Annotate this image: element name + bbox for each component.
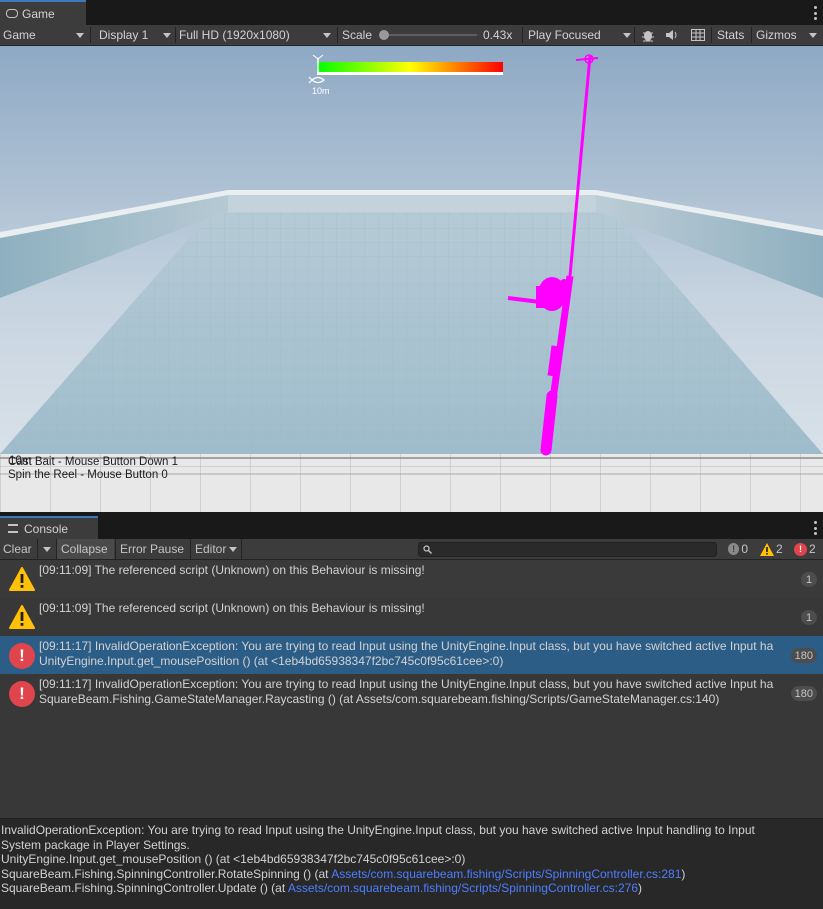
game-view-dropdown-label: Game <box>3 28 36 42</box>
play-mode-dropdown[interactable]: Play Focused <box>524 25 634 45</box>
game-scene <box>0 46 823 512</box>
display-dropdown[interactable]: Display 1 <box>95 25 174 45</box>
scale-value: 0.43x <box>483 28 513 42</box>
speaker-icon[interactable] <box>663 25 681 45</box>
toolbar-divider <box>751 27 752 43</box>
info-icon: ! <box>728 543 740 555</box>
console-tab-label: Console <box>24 521 69 536</box>
chevron-down-icon <box>42 546 51 552</box>
resolution-dropdown-label: Full HD (1920x1080) <box>179 28 290 42</box>
detail-line: SquareBeam.Fishing.SpinningController.Ro… <box>1 867 822 882</box>
console-row-count: 1 <box>801 610 817 625</box>
bug-icon[interactable] <box>638 25 658 45</box>
gizmos-dropdown[interactable] <box>804 25 822 45</box>
console-row-count: 180 <box>790 648 817 663</box>
stack-trace-link[interactable]: Assets/com.squarebeam.fishing/Scripts/Sp… <box>331 867 681 881</box>
detail-text: ) <box>638 881 643 895</box>
game-tab-strip <box>0 0 823 25</box>
chevron-down-icon <box>623 32 631 38</box>
warning-count: 2 <box>776 542 783 556</box>
error-icon: ! <box>9 681 35 707</box>
toolbar-divider <box>711 27 712 43</box>
chevron-down-icon <box>809 32 817 38</box>
editor-dropdown-label: Editor <box>195 542 227 556</box>
console-row-error[interactable]: ! [09:11:17] InvalidOperationException: … <box>0 674 823 712</box>
scale-slider-track[interactable] <box>380 34 477 36</box>
console-icon <box>8 524 18 533</box>
console-row-message: [09:11:09] The referenced script (Unknow… <box>39 601 425 615</box>
game-toolbar: Game Display 1 Full HD (1920x1080) Scale… <box>0 25 823 46</box>
game-tab[interactable]: Game <box>0 0 86 25</box>
console-detail-pane[interactable]: InvalidOperationException: You are tryin… <box>0 818 823 909</box>
error-filter-toggle[interactable]: ! 2 <box>790 539 823 559</box>
play-mode-dropdown-label: Play Focused <box>528 28 601 42</box>
clear-options-dropdown[interactable] <box>37 539 55 559</box>
info-filter-toggle[interactable]: ! 0 <box>724 539 752 559</box>
detail-line: SquareBeam.Fishing.SpinningController.Up… <box>1 881 822 896</box>
clear-button[interactable]: Clear <box>0 539 37 559</box>
console-tab[interactable]: Console <box>0 516 98 539</box>
error-icon: ! <box>9 643 35 669</box>
console-row-message: [09:11:17] InvalidOperationException: Yo… <box>39 677 774 691</box>
chevron-down-icon <box>163 32 171 38</box>
warning-icon <box>9 567 35 591</box>
console-row-stack: SquareBeam.Fishing.GameStateManager.Rayc… <box>39 692 720 706</box>
stack-trace-link[interactable]: Assets/com.squarebeam.fishing/Scripts/Sp… <box>288 881 638 895</box>
stats-button[interactable]: Stats <box>717 25 749 45</box>
warning-icon <box>9 605 35 629</box>
editor-dropdown[interactable]: Editor <box>190 539 242 559</box>
console-more-menu-icon[interactable] <box>814 521 817 535</box>
hint-cast-bait: Cast Bait - Mouse Button Down 1 <box>8 456 179 468</box>
error-icon: ! <box>794 542 807 556</box>
console-row-warning[interactable]: [09:11:09] The referenced script (Unknow… <box>0 560 823 598</box>
console-list-empty-area <box>0 712 823 818</box>
scale-label: Scale <box>342 28 373 42</box>
chevron-down-icon <box>76 32 84 38</box>
grid-icon[interactable] <box>689 25 707 45</box>
console-row-warning[interactable]: [09:11:09] The referenced script (Unknow… <box>0 598 823 636</box>
detail-text: SquareBeam.Fishing.SpinningController.Ro… <box>1 866 332 881</box>
gizmos-button[interactable]: Gizmos <box>756 25 800 45</box>
game-view-dropdown[interactable]: Game <box>0 25 88 45</box>
hint-spin-reel: Spin the Reel - Mouse Button 0 <box>8 469 168 481</box>
game-viewport[interactable]: 10m <box>0 46 823 512</box>
game-tab-label: Game <box>22 6 55 21</box>
detail-line: System package in Player Settings. <box>1 837 190 852</box>
console-row-stack: UnityEngine.Input.get_mousePosition () (… <box>39 654 504 668</box>
toolbar-divider <box>522 27 523 43</box>
warning-icon <box>760 542 774 556</box>
chevron-down-icon <box>323 32 331 38</box>
detail-text: SquareBeam.Fishing.SpinningController.Up… <box>1 881 288 895</box>
gamepad-icon <box>6 9 18 18</box>
console-row-message: [09:11:09] The referenced script (Unknow… <box>39 563 425 577</box>
console-row-count: 180 <box>790 686 817 701</box>
toolbar-divider <box>337 27 338 43</box>
hud-distance-label: 10m <box>312 86 330 96</box>
detail-line: InvalidOperationException: You are tryin… <box>1 823 755 837</box>
console-search-input[interactable] <box>418 542 717 557</box>
power-meter-bar <box>317 62 503 72</box>
chevron-down-icon <box>229 546 238 552</box>
console-row-message: [09:11:17] InvalidOperationException: Yo… <box>39 639 774 653</box>
collapse-toggle[interactable]: Collapse <box>56 539 114 559</box>
display-dropdown-label: Display 1 <box>99 28 149 42</box>
toolbar-divider <box>90 27 91 43</box>
game-more-menu-icon[interactable] <box>814 6 817 20</box>
console-tab-strip <box>0 512 823 539</box>
search-icon <box>423 545 432 554</box>
resolution-dropdown[interactable]: Full HD (1920x1080) <box>175 25 336 45</box>
error-pause-toggle[interactable]: Error Pause <box>115 539 190 559</box>
info-count: 0 <box>741 542 748 556</box>
warning-filter-toggle[interactable]: 2 <box>756 539 788 559</box>
toolbar-divider <box>634 27 635 43</box>
console-row-error-selected[interactable]: ! [09:11:17] InvalidOperationException: … <box>0 636 823 674</box>
detail-line: UnityEngine.Input.get_mousePosition () (… <box>1 852 466 866</box>
detail-text: ) <box>681 866 686 881</box>
error-count: 2 <box>809 542 816 556</box>
console-row-count: 1 <box>801 572 817 587</box>
scale-slider-handle[interactable] <box>379 30 389 40</box>
